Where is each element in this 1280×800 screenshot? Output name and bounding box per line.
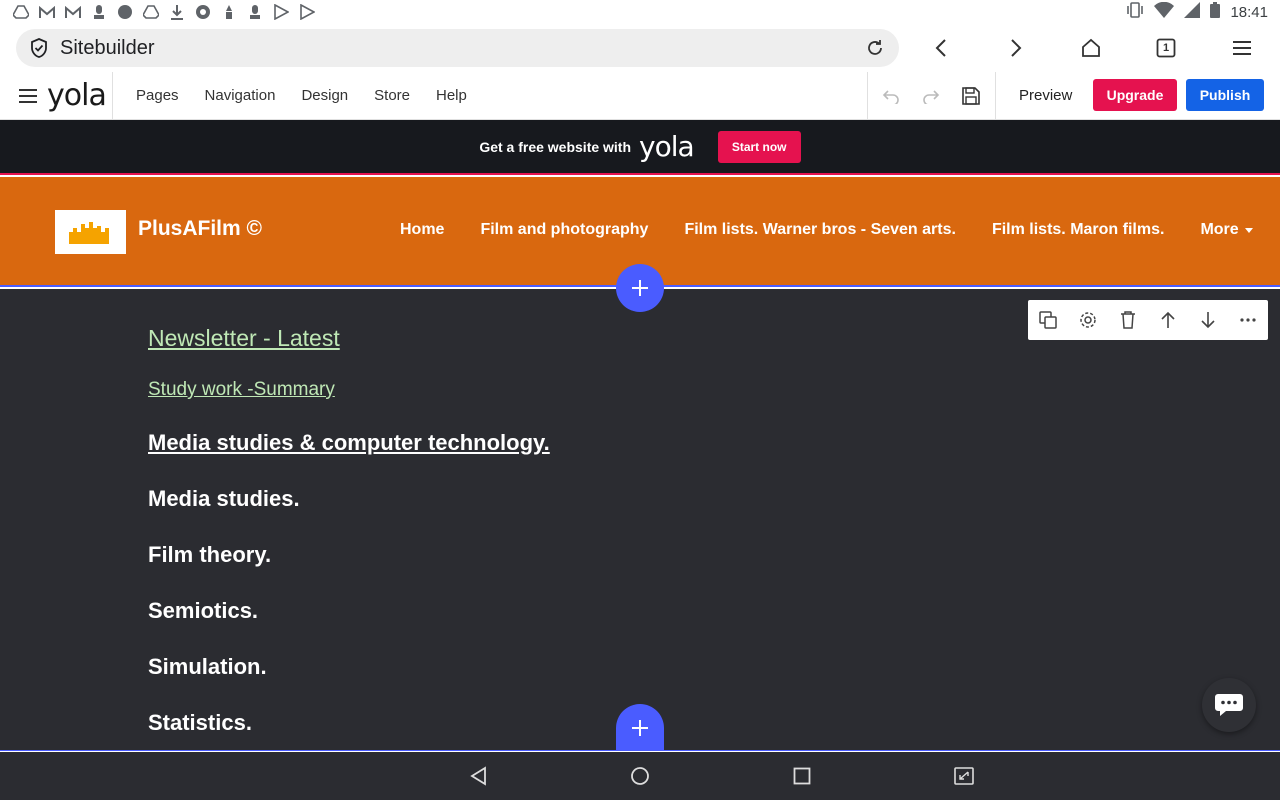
heading-statistics: Statistics. bbox=[148, 710, 252, 735]
preview-button[interactable]: Preview bbox=[1019, 72, 1072, 119]
castle-logo-icon bbox=[68, 222, 109, 244]
status-bar: 18:41 bbox=[0, 0, 1280, 24]
media-computer-link[interactable]: Media studies & computer technology. bbox=[148, 430, 550, 456]
start-now-button[interactable]: Start now bbox=[717, 130, 801, 163]
nav-home-icon[interactable] bbox=[628, 764, 652, 788]
editor-toolbar: yola Pages Navigation Design Store Help … bbox=[0, 72, 1280, 120]
play-icon bbox=[272, 4, 290, 20]
arrow-down-icon[interactable] bbox=[1188, 300, 1228, 340]
nav-resize-icon[interactable] bbox=[952, 764, 976, 788]
arrow-up-icon[interactable] bbox=[1148, 300, 1188, 340]
notification-icons bbox=[12, 4, 316, 20]
wifi-icon bbox=[1154, 1, 1175, 22]
back-icon[interactable] bbox=[929, 36, 953, 60]
drive-icon bbox=[12, 4, 30, 20]
address-bar[interactable]: Sitebuilder bbox=[16, 29, 899, 67]
site-nav-film-lists-warner[interactable]: Film lists. Warner bros - Seven arts. bbox=[684, 221, 956, 239]
newsletter-link[interactable]: Newsletter - Latest bbox=[148, 325, 340, 352]
promo-text: Get a free website with bbox=[479, 138, 632, 155]
url-text[interactable]: Sitebuilder bbox=[60, 37, 155, 60]
menu-store[interactable]: Store bbox=[374, 87, 410, 104]
promo-banner: Get a free website with yola Start now bbox=[0, 120, 1280, 175]
signal-icon bbox=[1184, 2, 1201, 22]
chess-icon bbox=[246, 4, 264, 20]
site-logo[interactable] bbox=[55, 210, 126, 254]
shield-icon[interactable] bbox=[28, 37, 50, 59]
system-status: 18:41 bbox=[1126, 1, 1268, 22]
gmail-icon bbox=[38, 4, 56, 20]
plus-icon bbox=[632, 719, 648, 736]
chess-icon bbox=[90, 4, 108, 20]
vibrate-icon bbox=[1126, 2, 1144, 22]
battery-icon bbox=[1210, 2, 1221, 22]
aperture-icon bbox=[194, 4, 212, 20]
duplicate-icon[interactable] bbox=[1028, 300, 1068, 340]
plus-icon bbox=[632, 280, 648, 296]
publish-button[interactable]: Publish bbox=[1186, 79, 1264, 111]
divider bbox=[995, 72, 996, 119]
menu-pages[interactable]: Pages bbox=[136, 87, 179, 104]
settings-gear-icon[interactable] bbox=[1068, 300, 1108, 340]
heading-film-theory: Film theory. bbox=[148, 542, 272, 567]
upgrade-button[interactable]: Upgrade bbox=[1093, 79, 1177, 111]
menu-design[interactable]: Design bbox=[301, 87, 348, 104]
play-icon bbox=[298, 4, 316, 20]
forward-icon[interactable] bbox=[1004, 36, 1028, 60]
hamburger-icon[interactable] bbox=[16, 84, 40, 108]
save-icon[interactable] bbox=[959, 84, 983, 108]
caret-down-icon bbox=[1244, 227, 1253, 233]
site-nav-more-label: More bbox=[1200, 221, 1239, 238]
chat-button[interactable] bbox=[1202, 678, 1256, 732]
chat-icon bbox=[1215, 694, 1243, 716]
android-icon bbox=[116, 4, 134, 20]
editor-menu: Pages Navigation Design Store Help bbox=[136, 72, 493, 119]
browser-toolbar: Sitebuilder 1 bbox=[0, 24, 1280, 72]
site-nav: Home Film and photography Film lists. Wa… bbox=[400, 221, 1253, 239]
undo-icon[interactable] bbox=[879, 84, 903, 108]
menu-icon[interactable] bbox=[1230, 36, 1254, 60]
study-work-link[interactable]: Study work -Summary bbox=[148, 379, 335, 401]
divider bbox=[112, 72, 113, 119]
gmail-icon bbox=[64, 4, 82, 20]
heading-media-studies: Media studies. bbox=[148, 486, 300, 511]
tab-count: 1 bbox=[1162, 42, 1170, 54]
site-nav-more[interactable]: More bbox=[1200, 221, 1253, 239]
add-section-button[interactable] bbox=[616, 704, 664, 751]
system-nav-bar bbox=[0, 752, 1280, 800]
tabs-button[interactable]: 1 bbox=[1154, 36, 1178, 60]
site-nav-film-and-photography[interactable]: Film and photography bbox=[480, 221, 648, 239]
nav-back-icon[interactable] bbox=[466, 764, 490, 788]
heading-semiotics: Semiotics. bbox=[148, 598, 259, 623]
divider bbox=[867, 72, 868, 119]
menu-help[interactable]: Help bbox=[436, 87, 467, 104]
reload-icon[interactable] bbox=[863, 36, 887, 60]
drive-icon bbox=[142, 4, 160, 20]
add-section-button[interactable] bbox=[616, 264, 664, 312]
home-icon[interactable] bbox=[1079, 36, 1103, 60]
download-icon bbox=[168, 4, 186, 20]
promo-yola-logo: yola bbox=[639, 130, 695, 163]
chess-icon bbox=[220, 4, 238, 20]
site-nav-film-lists-maron[interactable]: Film lists. Maron films. bbox=[992, 221, 1164, 239]
more-dots-icon[interactable] bbox=[1228, 300, 1268, 340]
nav-recents-icon[interactable] bbox=[790, 764, 814, 788]
trash-icon[interactable] bbox=[1108, 300, 1148, 340]
clock: 18:41 bbox=[1230, 3, 1268, 21]
site-nav-home[interactable]: Home bbox=[400, 221, 444, 239]
site-title[interactable]: PlusAFilm © bbox=[138, 217, 262, 241]
menu-navigation[interactable]: Navigation bbox=[205, 87, 276, 104]
content-section[interactable]: Newsletter - Latest Study work -Summary … bbox=[0, 289, 1280, 751]
redo-icon[interactable] bbox=[919, 84, 943, 108]
heading-simulation: Simulation. bbox=[148, 654, 267, 679]
block-toolbar bbox=[1028, 300, 1268, 340]
yola-logo[interactable]: yola bbox=[47, 78, 107, 113]
